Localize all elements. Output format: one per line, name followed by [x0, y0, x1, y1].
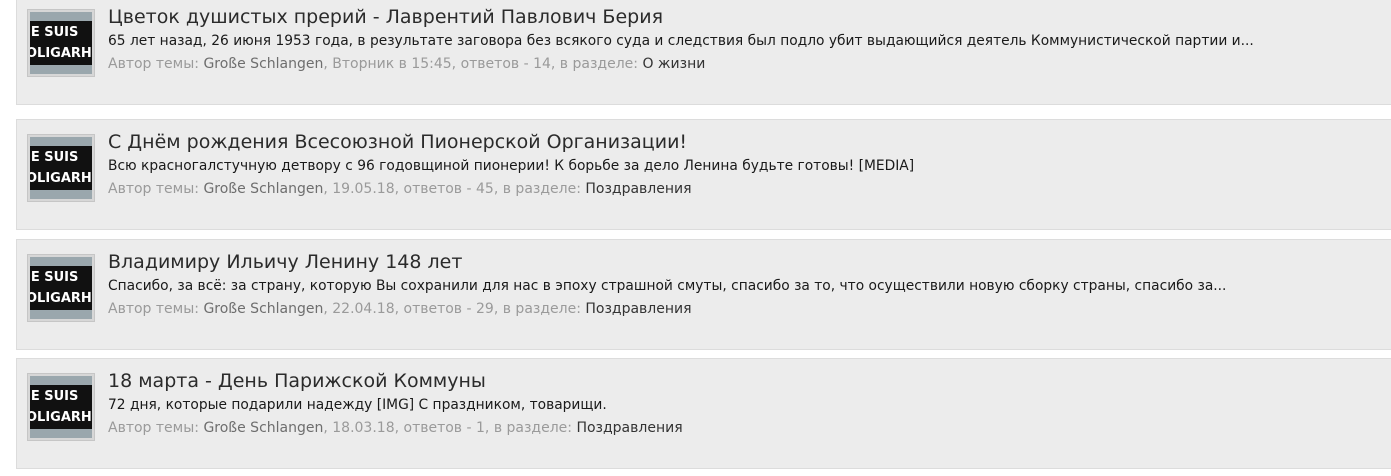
thread-item: JE SUIS OLIGARH Владимиру Ильичу Ленину …: [16, 239, 1391, 350]
author-label: Автор темы:: [108, 181, 204, 197]
author-label: Автор темы:: [108, 56, 204, 72]
thread-snippet: Спасибо, за всё: за страну, которую Вы с…: [108, 278, 1227, 294]
thread-date-info: , 19.05.18, ответов - 45, в разделе:: [323, 181, 586, 197]
avatar-line-2: OLIGARH: [30, 171, 92, 186]
thread-snippet: Всю красногалстучную детвору с 96 годовщ…: [108, 158, 915, 174]
thread-snippet: 65 лет назад, 26 июня 1953 года, в резул…: [108, 33, 1254, 49]
avatar-line-2: OLIGARH: [30, 410, 92, 425]
avatar-image: JE SUIS OLIGARH: [30, 12, 92, 74]
thread-meta: Автор темы: Große Schlangen, 19.05.18, о…: [108, 181, 692, 197]
thread-date-info: , 22.04.18, ответов - 29, в разделе:: [323, 301, 586, 317]
thread-title[interactable]: С Днём рождения Всесоюзной Пионерской Ор…: [108, 131, 687, 153]
author-label: Автор темы:: [108, 420, 204, 436]
forum-link[interactable]: Поздравления: [576, 420, 682, 436]
author-link[interactable]: Große Schlangen: [203, 420, 323, 436]
author-link[interactable]: Große Schlangen: [203, 301, 323, 317]
avatar-line-1: JE SUIS: [30, 25, 79, 40]
forum-link[interactable]: Поздравления: [585, 301, 691, 317]
avatar-image: JE SUIS OLIGARH: [30, 376, 92, 438]
thread-title[interactable]: Владимиру Ильичу Ленину 148 лет: [108, 251, 462, 273]
avatar[interactable]: JE SUIS OLIGARH: [27, 373, 95, 441]
author-label: Автор темы:: [108, 301, 204, 317]
thread-list: JE SUIS OLIGARH Цветок душистых прерий -…: [0, 0, 1391, 476]
avatar[interactable]: JE SUIS OLIGARH: [27, 254, 95, 322]
thread-date-info: , Вторник в 15:45, ответов - 14, в разде…: [323, 56, 643, 72]
avatar-line-1: JE SUIS: [30, 270, 79, 285]
forum-link[interactable]: Поздравления: [585, 181, 691, 197]
thread-date-info: , 18.03.18, ответов - 1, в разделе:: [323, 420, 577, 436]
thread-item: JE SUIS OLIGARH С Днём рождения Всесоюзн…: [16, 119, 1391, 230]
avatar-line-2: OLIGARH: [30, 46, 92, 61]
author-link[interactable]: Große Schlangen: [203, 181, 323, 197]
thread-meta: Автор темы: Große Schlangen, Вторник в 1…: [108, 56, 705, 72]
avatar-line-1: JE SUIS: [30, 150, 79, 165]
forum-link[interactable]: О жизни: [642, 56, 705, 72]
thread-title[interactable]: 18 марта - День Парижской Коммуны: [108, 370, 486, 392]
avatar[interactable]: JE SUIS OLIGARH: [27, 134, 95, 202]
thread-item: JE SUIS OLIGARH Цветок душистых прерий -…: [16, 0, 1391, 105]
thread-snippet: 72 дня, которые подарили надежду [IMG] С…: [108, 397, 607, 413]
thread-item: JE SUIS OLIGARH 18 марта - День Парижско…: [16, 358, 1391, 469]
avatar-line-1: JE SUIS: [30, 389, 79, 404]
thread-title[interactable]: Цветок душистых прерий - Лаврентий Павло…: [108, 6, 663, 28]
avatar-line-2: OLIGARH: [30, 291, 92, 306]
author-link[interactable]: Große Schlangen: [203, 56, 323, 72]
thread-meta: Автор темы: Große Schlangen, 22.04.18, о…: [108, 301, 692, 317]
avatar[interactable]: JE SUIS OLIGARH: [27, 9, 95, 77]
avatar-image: JE SUIS OLIGARH: [30, 257, 92, 319]
avatar-image: JE SUIS OLIGARH: [30, 137, 92, 199]
thread-meta: Автор темы: Große Schlangen, 18.03.18, о…: [108, 420, 683, 436]
